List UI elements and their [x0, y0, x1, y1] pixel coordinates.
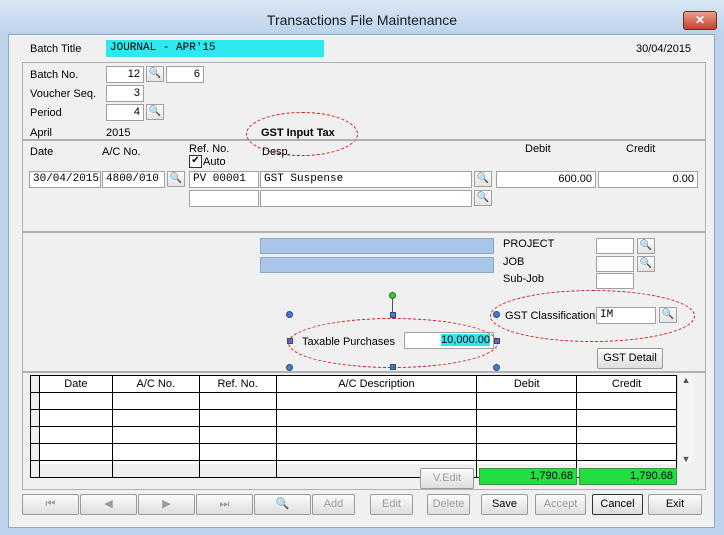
transactions-grid[interactable]: Date A/C No. Ref. No. A/C Description De… [30, 375, 677, 478]
month-text: April [30, 127, 53, 139]
title-bar: Transactions File Maintenance ✕ [0, 0, 724, 34]
resize-handle-tl[interactable] [286, 311, 293, 318]
close-button[interactable]: ✕ [683, 11, 717, 30]
annotation-oval-gst-classification [490, 290, 695, 342]
desp2-lookup-icon[interactable]: 🔍 [474, 190, 492, 206]
window-title: Transactions File Maintenance [266, 12, 458, 28]
entry-date-field[interactable]: 30/04/2015 [29, 171, 101, 188]
period-field[interactable]: 4 [106, 104, 144, 121]
annotation-oval-taxable-purchases [288, 318, 498, 368]
grid-header-ac-no[interactable]: A/C No. [111, 375, 200, 393]
batch-date: 30/04/2015 [636, 43, 692, 55]
total-debit-field: 1,790.68 [479, 468, 577, 485]
batch-no-label: Batch No. [30, 69, 79, 81]
job-desc-field[interactable] [260, 257, 494, 273]
table-row[interactable] [30, 409, 677, 427]
table-row[interactable] [30, 443, 677, 461]
scroll-down-icon[interactable]: ▼ [678, 454, 694, 464]
table-row[interactable] [30, 426, 677, 444]
job-field[interactable] [596, 256, 634, 272]
ac-lookup-icon[interactable]: 🔍 [167, 171, 185, 187]
desp-lookup-icon[interactable]: 🔍 [474, 171, 492, 187]
debit-label: Debit [525, 143, 551, 155]
find-button[interactable]: 🔍 [254, 494, 311, 515]
rotate-handle[interactable] [389, 292, 396, 299]
grid-corner [30, 375, 40, 393]
next-record-button[interactable]: ▶ [138, 494, 195, 515]
total-credit-field: 1,790.68 [579, 468, 677, 485]
desp-label: Desp. [262, 146, 291, 158]
date-label: Date [30, 146, 54, 158]
resize-handle-bl[interactable] [286, 364, 293, 371]
entry-debit-field[interactable]: 600.00 [496, 171, 596, 188]
job-lookup-icon[interactable]: 🔍 [637, 256, 655, 272]
year-text: 2015 [106, 127, 131, 139]
subjob-label: Sub-Job [503, 273, 544, 285]
vedit-button[interactable]: V.Edit [420, 468, 474, 489]
entry-desp-field[interactable]: GST Suspense [260, 171, 472, 188]
grid-header-ref-no[interactable]: Ref. No. [198, 375, 277, 393]
grid-header-credit[interactable]: Credit [576, 375, 677, 393]
subjob-field[interactable] [596, 273, 634, 289]
grid-header-ac-description[interactable]: A/C Description [275, 375, 478, 393]
project-desc-field[interactable] [260, 238, 494, 254]
exit-button[interactable]: Exit [648, 494, 702, 515]
previous-record-button[interactable]: ◀ [80, 494, 137, 515]
accept-button[interactable]: Accept [535, 494, 586, 515]
resize-handle-tr[interactable] [493, 311, 500, 318]
auto-label: Auto [203, 156, 226, 168]
project-lookup-icon[interactable]: 🔍 [637, 238, 655, 254]
project-field[interactable] [596, 238, 634, 254]
gst-detail-button[interactable]: GST Detail [597, 348, 663, 369]
period-lookup-icon[interactable]: 🔍 [146, 104, 164, 120]
grid-header-debit[interactable]: Debit [476, 375, 578, 393]
resize-handle-br[interactable] [493, 364, 500, 371]
grid-header-date[interactable]: Date [38, 375, 113, 393]
entry-credit-field[interactable]: 0.00 [598, 171, 698, 188]
voucher-seq-field[interactable]: 3 [106, 85, 144, 102]
entry-ac-field[interactable]: 4800/010 [102, 171, 165, 188]
delete-button[interactable]: Delete [427, 494, 470, 515]
entry-ref-field-2[interactable] [189, 190, 259, 207]
first-record-button[interactable]: ⏮ [22, 494, 79, 515]
ac-no-label: A/C No. [102, 146, 141, 158]
job-label: JOB [503, 256, 525, 268]
save-button[interactable]: Save [481, 494, 528, 515]
auto-checkbox[interactable]: ✔ [189, 155, 202, 168]
cancel-button[interactable]: Cancel [592, 494, 643, 515]
edit-button[interactable]: Edit [370, 494, 413, 515]
table-row[interactable] [30, 392, 677, 410]
batch-title-label: Batch Title [30, 43, 82, 55]
credit-label: Credit [626, 143, 656, 155]
ref-no-label: Ref. No. [189, 143, 230, 155]
scroll-up-icon[interactable]: ▲ [678, 375, 694, 385]
batch-no-second-field[interactable]: 6 [166, 66, 204, 83]
batch-no-field[interactable]: 12 [106, 66, 144, 83]
batch-lookup-icon[interactable]: 🔍 [146, 66, 164, 82]
period-label: Period [30, 107, 62, 119]
voucher-seq-label: Voucher Seq. [30, 88, 97, 100]
entry-ref-field[interactable]: PV 00001 [189, 171, 259, 188]
last-record-button[interactable]: ⏭ [196, 494, 253, 515]
add-button[interactable]: Add [312, 494, 355, 515]
entry-desp-field-2[interactable] [260, 190, 472, 207]
project-label: PROJECT [503, 238, 555, 250]
batch-title-field[interactable]: JOURNAL - APR'15 [106, 40, 324, 57]
grid-scrollbar[interactable]: ▲ ▼ [677, 375, 694, 464]
